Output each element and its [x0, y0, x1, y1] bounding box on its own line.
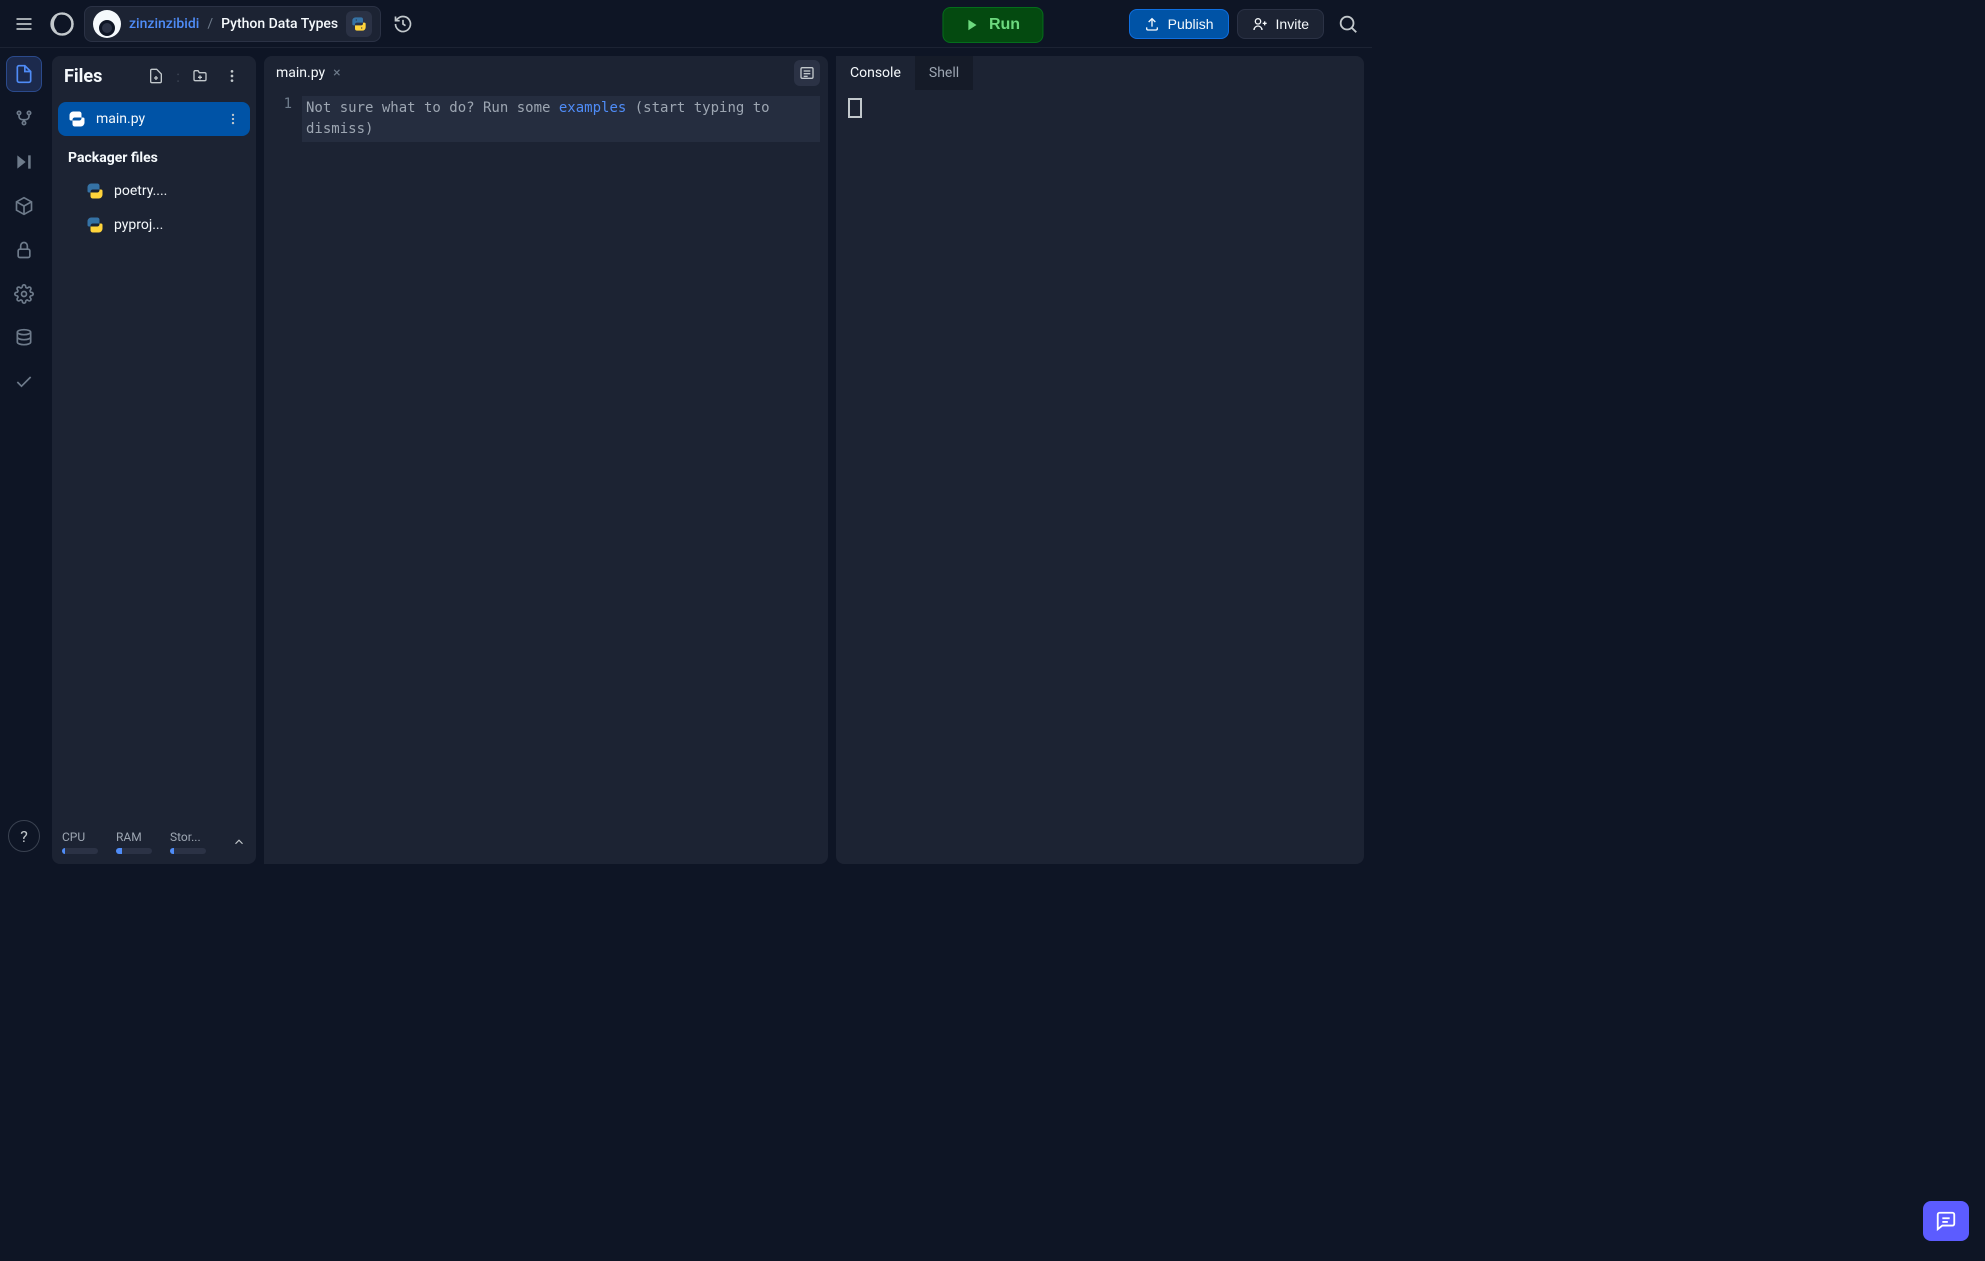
- editor-body[interactable]: 1 Not sure what to do? Run some examples…: [264, 90, 828, 864]
- cpu-meter: CPU: [62, 830, 104, 854]
- line-gutter: 1: [264, 90, 302, 864]
- breadcrumb-separator: /: [207, 16, 213, 32]
- file-item-main[interactable]: main.py: [58, 102, 250, 136]
- chat-fab-button[interactable]: [1923, 1201, 1969, 1241]
- file-more-icon[interactable]: [226, 112, 240, 126]
- help-button[interactable]: ?: [8, 820, 40, 852]
- python-icon: [68, 110, 86, 128]
- python-icon: [86, 182, 104, 200]
- file-item-poetry[interactable]: poetry....: [58, 174, 250, 208]
- new-file-button[interactable]: [144, 64, 168, 88]
- publish-label: Publish: [1168, 16, 1214, 32]
- avatar[interactable]: [93, 10, 121, 38]
- file-name: main.py: [96, 111, 145, 127]
- resource-expand-button[interactable]: [232, 835, 246, 849]
- main: ? Files : main.py Packager: [0, 48, 1372, 872]
- close-tab-icon[interactable]: ×: [333, 65, 340, 81]
- invite-label: Invite: [1276, 16, 1309, 32]
- hint-prefix: Not sure what to do? Run some: [306, 100, 559, 116]
- console-cursor: [848, 98, 862, 118]
- rail-packages-icon[interactable]: [6, 188, 42, 224]
- console-panel: Console Shell: [836, 56, 1364, 864]
- tab-main-py[interactable]: main.py ×: [264, 56, 353, 90]
- rail-done-icon[interactable]: [6, 364, 42, 400]
- file-item-pyproject[interactable]: pyproj...: [58, 208, 250, 242]
- code-area[interactable]: Not sure what to do? Run some examples (…: [302, 90, 828, 864]
- files-title: Files: [64, 66, 136, 87]
- replit-logo[interactable]: [46, 8, 78, 40]
- tab-console[interactable]: Console: [836, 56, 915, 90]
- file-name: pyproj...: [114, 217, 163, 233]
- python-badge-icon: [346, 11, 372, 37]
- tab-shell[interactable]: Shell: [915, 56, 973, 90]
- files-body: main.py Packager files poetry.... pyproj…: [52, 96, 256, 822]
- hamburger-menu-button[interactable]: [8, 8, 40, 40]
- python-icon: [86, 216, 104, 234]
- storage-meter: Stor...: [170, 830, 212, 854]
- editor-tabs: main.py ×: [264, 56, 828, 90]
- console-tabs: Console Shell: [836, 56, 1364, 90]
- rail-secrets-icon[interactable]: [6, 232, 42, 268]
- left-rail: ?: [0, 48, 48, 872]
- packager-section-label: Packager files: [58, 136, 250, 174]
- run-label: Run: [989, 16, 1020, 34]
- repl-name[interactable]: Python Data Types: [221, 16, 338, 32]
- rail-settings-icon[interactable]: [6, 276, 42, 312]
- examples-link[interactable]: examples: [559, 100, 626, 116]
- rail-debugger-icon[interactable]: [6, 144, 42, 180]
- files-panel: Files : main.py Packager files: [52, 56, 256, 864]
- run-button[interactable]: Run: [942, 7, 1043, 43]
- rail-version-control-icon[interactable]: [6, 100, 42, 136]
- rail-database-icon[interactable]: [6, 320, 42, 356]
- history-button[interactable]: [387, 8, 419, 40]
- editor-panel: main.py × 1 Not sure what to do? Run som…: [264, 56, 828, 864]
- editor-format-button[interactable]: [794, 60, 820, 86]
- header: zinzinzibidi / Python Data Types Run Pub…: [0, 0, 1372, 48]
- ram-meter: RAM: [116, 830, 158, 854]
- files-header: Files :: [52, 56, 256, 96]
- rail-files-icon[interactable]: [6, 56, 42, 92]
- tab-label: main.py: [276, 65, 325, 81]
- search-button[interactable]: [1332, 8, 1364, 40]
- invite-button[interactable]: Invite: [1237, 9, 1324, 39]
- publish-button[interactable]: Publish: [1129, 9, 1229, 39]
- resource-footer: CPU RAM Stor...: [52, 822, 256, 864]
- console-body[interactable]: [836, 90, 1364, 864]
- breadcrumb: zinzinzibidi / Python Data Types: [84, 6, 381, 42]
- new-folder-button[interactable]: [188, 64, 212, 88]
- line-number: 1: [264, 96, 292, 112]
- username-link[interactable]: zinzinzibidi: [129, 16, 199, 32]
- file-name: poetry....: [114, 183, 167, 199]
- files-more-button[interactable]: [220, 64, 244, 88]
